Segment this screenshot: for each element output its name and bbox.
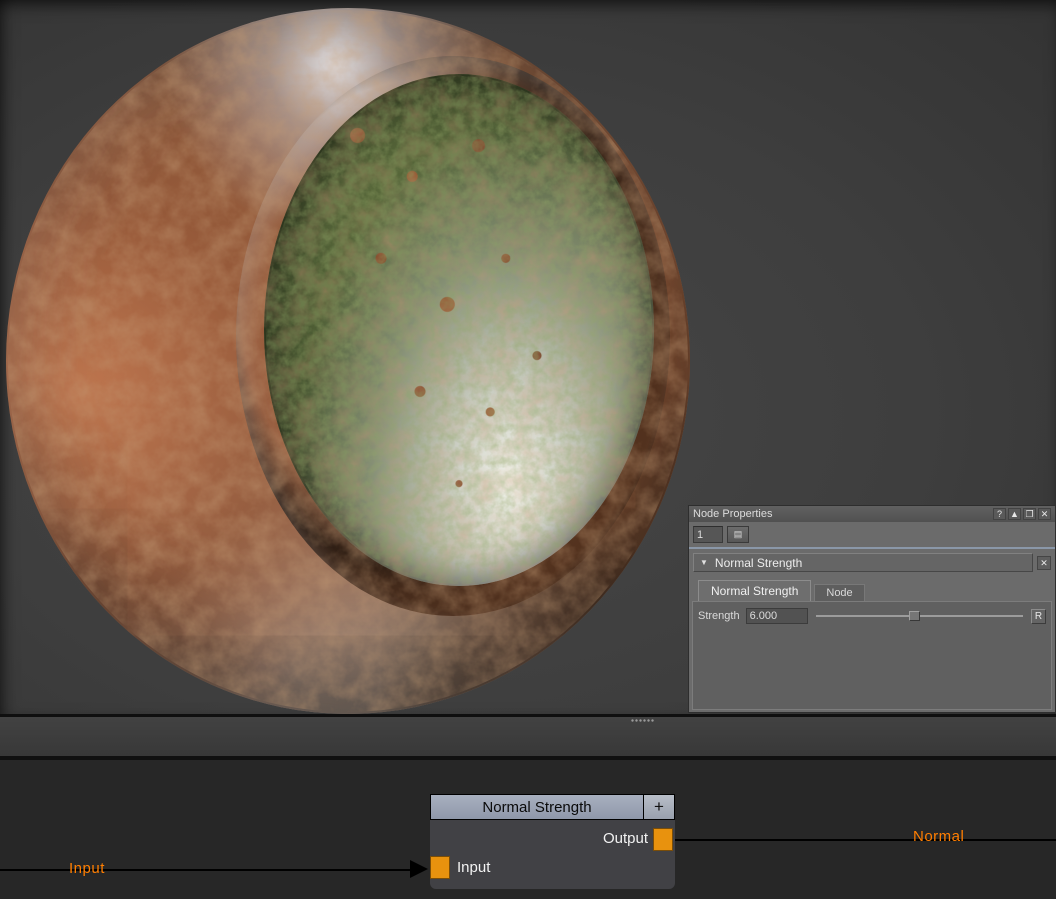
input-wire[interactable] [0,869,412,871]
input-port-label: Input [457,859,490,876]
section-close-icon[interactable]: ✕ [1037,556,1051,570]
properties-tabs: Normal Strength Node [689,572,1055,601]
application-window: Node Properties ? ▲ ❐ ✕ ▤ ▼ Normal Stren… [0,0,1056,899]
tab-content: Strength R [692,601,1052,710]
output-wire[interactable] [675,839,1056,841]
input-wire-label: Input [69,860,105,877]
pin-icon[interactable]: ▲ [1008,508,1021,520]
close-icon[interactable]: ✕ [1038,508,1051,520]
strength-value-input[interactable] [746,608,808,624]
node-properties-panel: Node Properties ? ▲ ❐ ✕ ▤ ▼ Normal Stren… [688,505,1056,713]
strength-parameter-row: Strength R [698,608,1046,624]
wire-arrowhead [410,860,428,878]
panel-options-row: ▤ [689,522,1055,546]
node-section-header[interactable]: ▼ Normal Strength [693,553,1033,572]
rust-texture-noise [6,8,690,714]
float-window-icon[interactable]: ❐ [1023,508,1036,520]
material-preview-sphere [6,8,690,714]
output-connector[interactable] [653,828,673,851]
node-add-button[interactable]: + [643,794,675,820]
panel-titlebar[interactable]: Node Properties ? ▲ ❐ ✕ [689,506,1055,522]
tab-normal-strength[interactable]: Normal Strength [698,580,811,601]
output-wire-label: Normal [913,828,964,845]
node-section-row: ▼ Normal Strength ✕ [689,549,1055,572]
strength-label: Strength [698,610,740,622]
help-icon[interactable]: ? [993,508,1006,520]
output-port-label: Output [430,830,648,847]
strength-slider[interactable] [814,609,1025,623]
panel-title: Node Properties [693,508,993,520]
tab-node[interactable]: Node [814,584,864,601]
max-panels-input[interactable] [693,526,723,543]
normal-strength-node-header[interactable]: Normal Strength [430,794,644,820]
reset-button[interactable]: R [1031,609,1046,624]
chevron-down-icon[interactable]: ▼ [700,558,708,567]
titlebar-icons: ? ▲ ❐ ✕ [993,508,1051,520]
node-graph-toolbar-strip [0,717,1056,756]
slider-handle[interactable] [909,611,920,621]
node-section-title: Normal Strength [715,556,802,570]
clear-panels-button[interactable]: ▤ [727,526,749,543]
input-connector[interactable] [430,856,450,879]
pane-resize-handle[interactable] [631,719,655,722]
